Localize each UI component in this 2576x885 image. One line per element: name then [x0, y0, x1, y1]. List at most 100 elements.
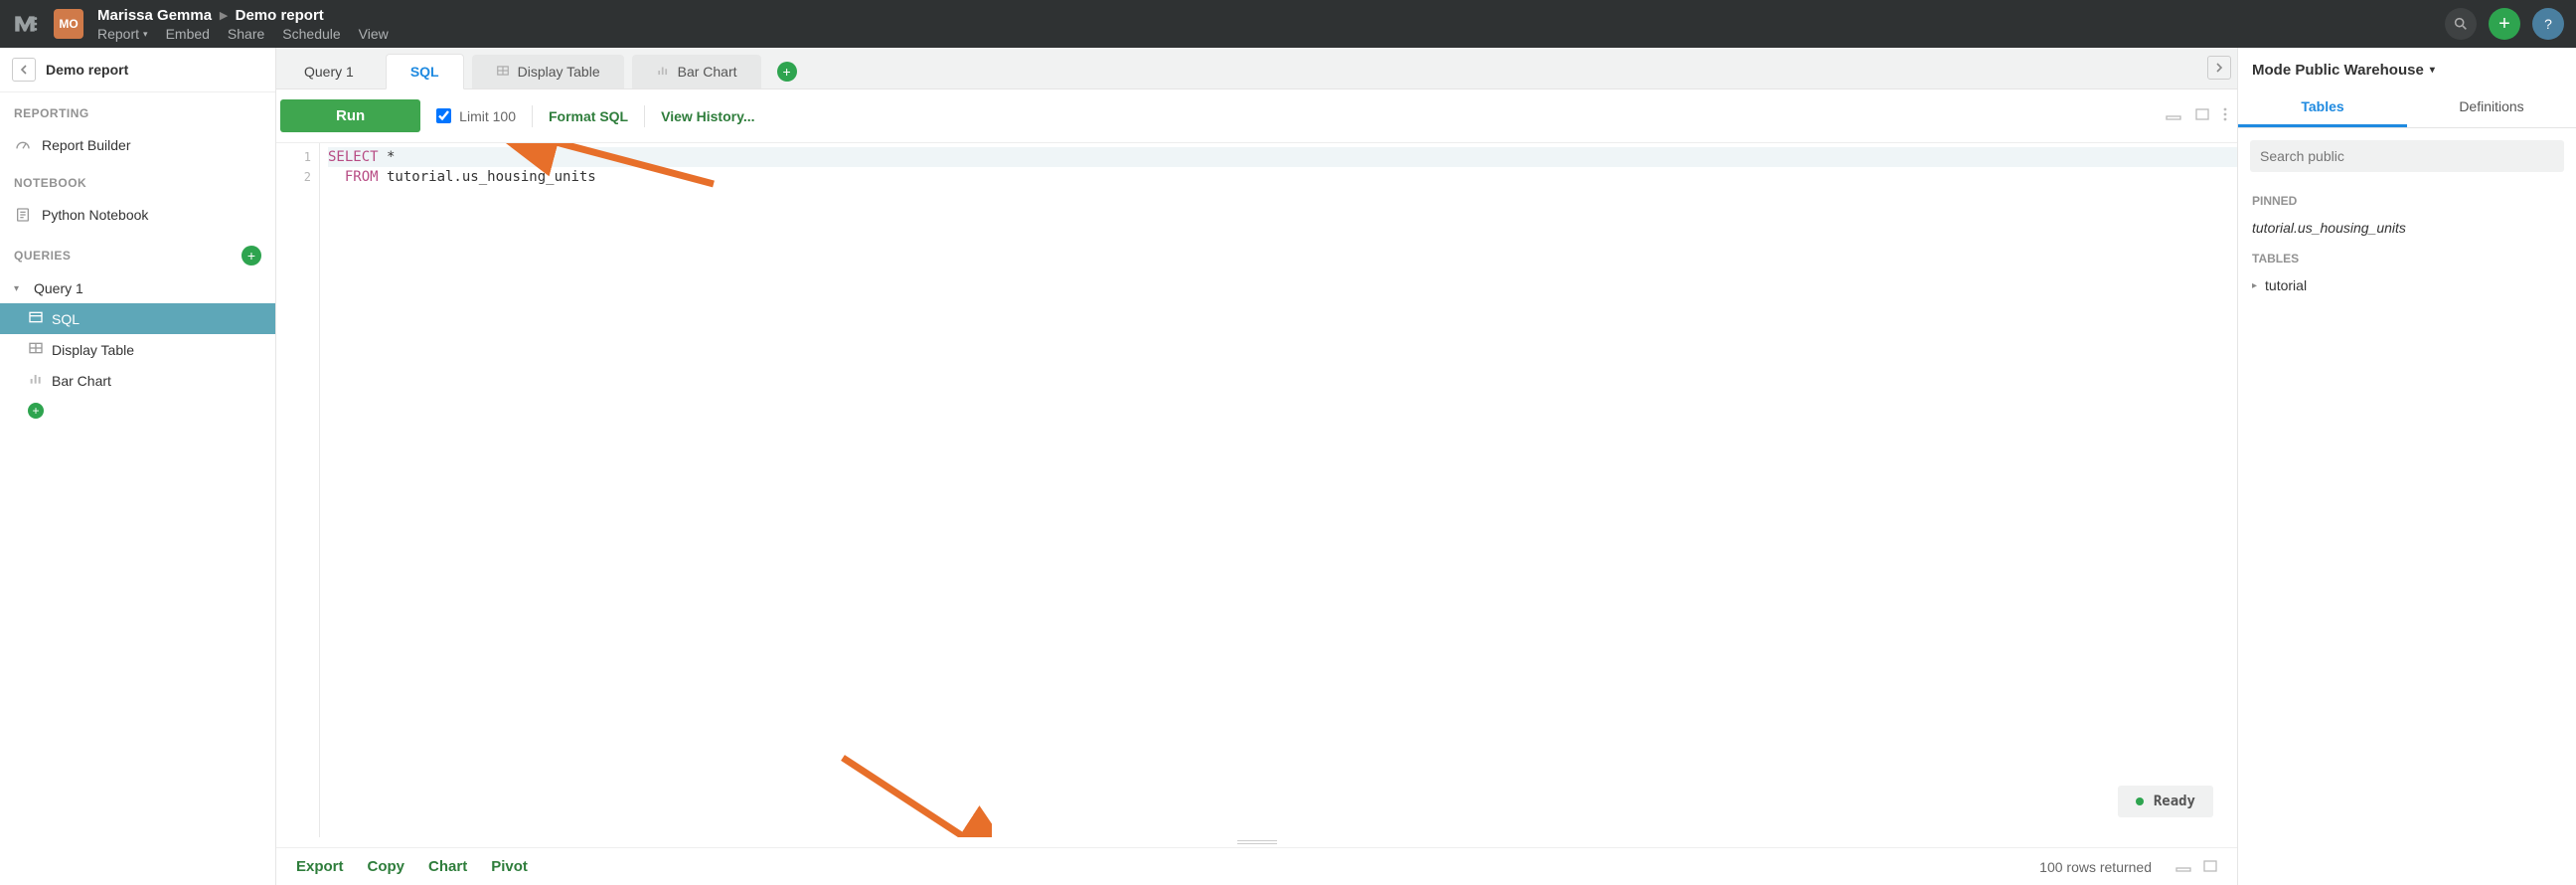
limit-checkbox[interactable]	[436, 108, 451, 123]
caret-down-icon: ▾	[2430, 65, 2435, 76]
tab-bar: Query 1 SQL Display Table Bar Chart +	[276, 48, 2237, 89]
more-icon[interactable]	[2223, 107, 2227, 124]
tab-label: Bar Chart	[678, 64, 737, 80]
logo-block: MO	[12, 9, 83, 39]
pivot-button[interactable]: Pivot	[491, 858, 528, 875]
tables-tree-item-tutorial[interactable]: ▸ tutorial	[2238, 271, 2576, 299]
tables-label: TABLES	[2238, 242, 2576, 271]
bar-chart-icon	[28, 372, 44, 389]
code-text: tutorial.us_housing_units	[379, 169, 596, 185]
sidebar-item-python-notebook[interactable]: Python Notebook	[0, 198, 275, 232]
breadcrumb-user[interactable]: Marissa Gemma	[97, 7, 212, 24]
tab-query-1[interactable]: Query 1	[280, 55, 378, 88]
sidebar-item-query-1[interactable]: ▾ Query 1	[0, 273, 275, 303]
sidebar-item-label: Bar Chart	[52, 373, 111, 389]
sidebar-section-queries-header: QUERIES +	[0, 232, 275, 273]
sidebar-title-row: Demo report	[0, 48, 275, 92]
top-header: MO Marissa Gemma ▸ Demo report Report▾ E…	[0, 0, 2576, 48]
main-layout: Demo report REPORTING Report Builder NOT…	[0, 48, 2576, 885]
status-chip: Ready	[2118, 786, 2213, 817]
breadcrumb-report[interactable]: Demo report	[236, 7, 324, 24]
menu-embed[interactable]: Embed	[166, 26, 210, 42]
line-number: 2	[276, 167, 311, 187]
header-actions: + ?	[2445, 8, 2564, 40]
maximize-icon[interactable]	[2195, 107, 2209, 124]
active-line-highlight: SELECT *	[328, 147, 2237, 167]
sql-editor[interactable]: 1 2 SELECT * FROM tutorial.us_housing_un…	[276, 143, 2237, 837]
drag-handle[interactable]	[276, 837, 2237, 847]
user-badge[interactable]: MO	[54, 9, 83, 39]
sidebar-item-sql[interactable]: SQL	[0, 303, 275, 334]
tab-sql[interactable]: SQL	[386, 54, 464, 89]
mode-logo-icon[interactable]	[12, 11, 38, 37]
pinned-table: .us_housing_units	[2294, 220, 2406, 236]
sql-icon	[28, 310, 44, 327]
sidebar-section-notebook: NOTEBOOK	[0, 162, 275, 198]
row-count-label: 100 rows returned	[2039, 859, 2152, 875]
editor-panel: Query 1 SQL Display Table Bar Chart +	[276, 48, 2238, 885]
sidebar: Demo report REPORTING Report Builder NOT…	[0, 48, 276, 885]
new-button[interactable]: +	[2489, 8, 2520, 40]
view-history-button[interactable]: View History...	[661, 108, 754, 124]
help-icon[interactable]: ?	[2532, 8, 2564, 40]
divider	[532, 105, 533, 127]
breadcrumb-separator-icon: ▸	[220, 6, 228, 24]
menu-schedule[interactable]: Schedule	[282, 26, 340, 42]
line-number-gutter: 1 2	[276, 143, 320, 837]
maximize-icon[interactable]	[2203, 859, 2217, 875]
schema-search	[2250, 140, 2564, 172]
export-button[interactable]: Export	[296, 858, 344, 875]
gauge-icon	[14, 136, 32, 154]
sidebar-item-label: SQL	[52, 311, 80, 327]
sidebar-item-bar-chart[interactable]: Bar Chart	[0, 365, 275, 396]
sidebar-item-display-table[interactable]: Display Table	[0, 334, 275, 365]
warehouse-selector[interactable]: Mode Public Warehouse ▾	[2238, 48, 2576, 88]
menu-report[interactable]: Report▾	[97, 26, 148, 42]
toolbar-icons	[2166, 107, 2237, 124]
tab-display-table[interactable]: Display Table	[472, 55, 624, 88]
collapse-sidebar-icon[interactable]	[12, 58, 36, 82]
sidebar-item-label: Report Builder	[42, 137, 131, 153]
minimize-icon[interactable]	[2175, 859, 2191, 875]
limit-toggle[interactable]: Limit 100	[436, 108, 516, 124]
menu-view[interactable]: View	[359, 26, 389, 42]
run-button[interactable]: Run	[280, 99, 420, 132]
sidebar-add-chart[interactable]: +	[0, 396, 275, 426]
tabbar-right	[2207, 56, 2231, 80]
pinned-schema: tutorial	[2252, 220, 2294, 236]
warehouse-name: Mode Public Warehouse	[2252, 62, 2424, 79]
table-icon	[496, 64, 510, 80]
pinned-label: PINNED	[2238, 184, 2576, 214]
minimize-icon[interactable]	[2166, 107, 2181, 124]
footer-icons	[2175, 859, 2217, 875]
table-icon	[28, 341, 44, 358]
format-sql-button[interactable]: Format SQL	[549, 108, 628, 124]
tab-definitions[interactable]: Definitions	[2407, 88, 2576, 127]
sidebar-item-report-builder[interactable]: Report Builder	[0, 128, 275, 162]
search-icon[interactable]	[2445, 8, 2477, 40]
status-label: Ready	[2154, 794, 2195, 809]
tab-bar-chart[interactable]: Bar Chart	[632, 55, 761, 88]
schema-tabs: Tables Definitions	[2238, 88, 2576, 128]
tab-tables[interactable]: Tables	[2238, 88, 2407, 127]
add-chart-button[interactable]: +	[28, 403, 44, 419]
bar-chart-icon	[656, 64, 670, 80]
add-query-button[interactable]: +	[242, 246, 261, 266]
limit-label: Limit 100	[459, 108, 516, 124]
breadcrumb: Marissa Gemma ▸ Demo report Report▾ Embe…	[97, 6, 389, 42]
sidebar-item-label: Python Notebook	[42, 207, 148, 223]
copy-button[interactable]: Copy	[368, 858, 405, 875]
sidebar-title: Demo report	[46, 62, 128, 78]
menu-share[interactable]: Share	[228, 26, 264, 42]
schema-search-input[interactable]	[2250, 140, 2564, 172]
caret-down-icon: ▾	[143, 29, 148, 40]
expand-panel-icon[interactable]	[2207, 56, 2231, 80]
divider	[644, 105, 645, 127]
code-area[interactable]: SELECT * FROM tutorial.us_housing_units …	[320, 143, 2237, 837]
pinned-item[interactable]: tutorial.us_housing_units	[2238, 214, 2576, 242]
add-tab-button[interactable]: +	[777, 62, 797, 82]
chart-button[interactable]: Chart	[428, 858, 467, 875]
notebook-icon	[14, 206, 32, 224]
line-number: 1	[276, 147, 311, 167]
results-footer: Export Copy Chart Pivot 100 rows returne…	[276, 847, 2237, 885]
